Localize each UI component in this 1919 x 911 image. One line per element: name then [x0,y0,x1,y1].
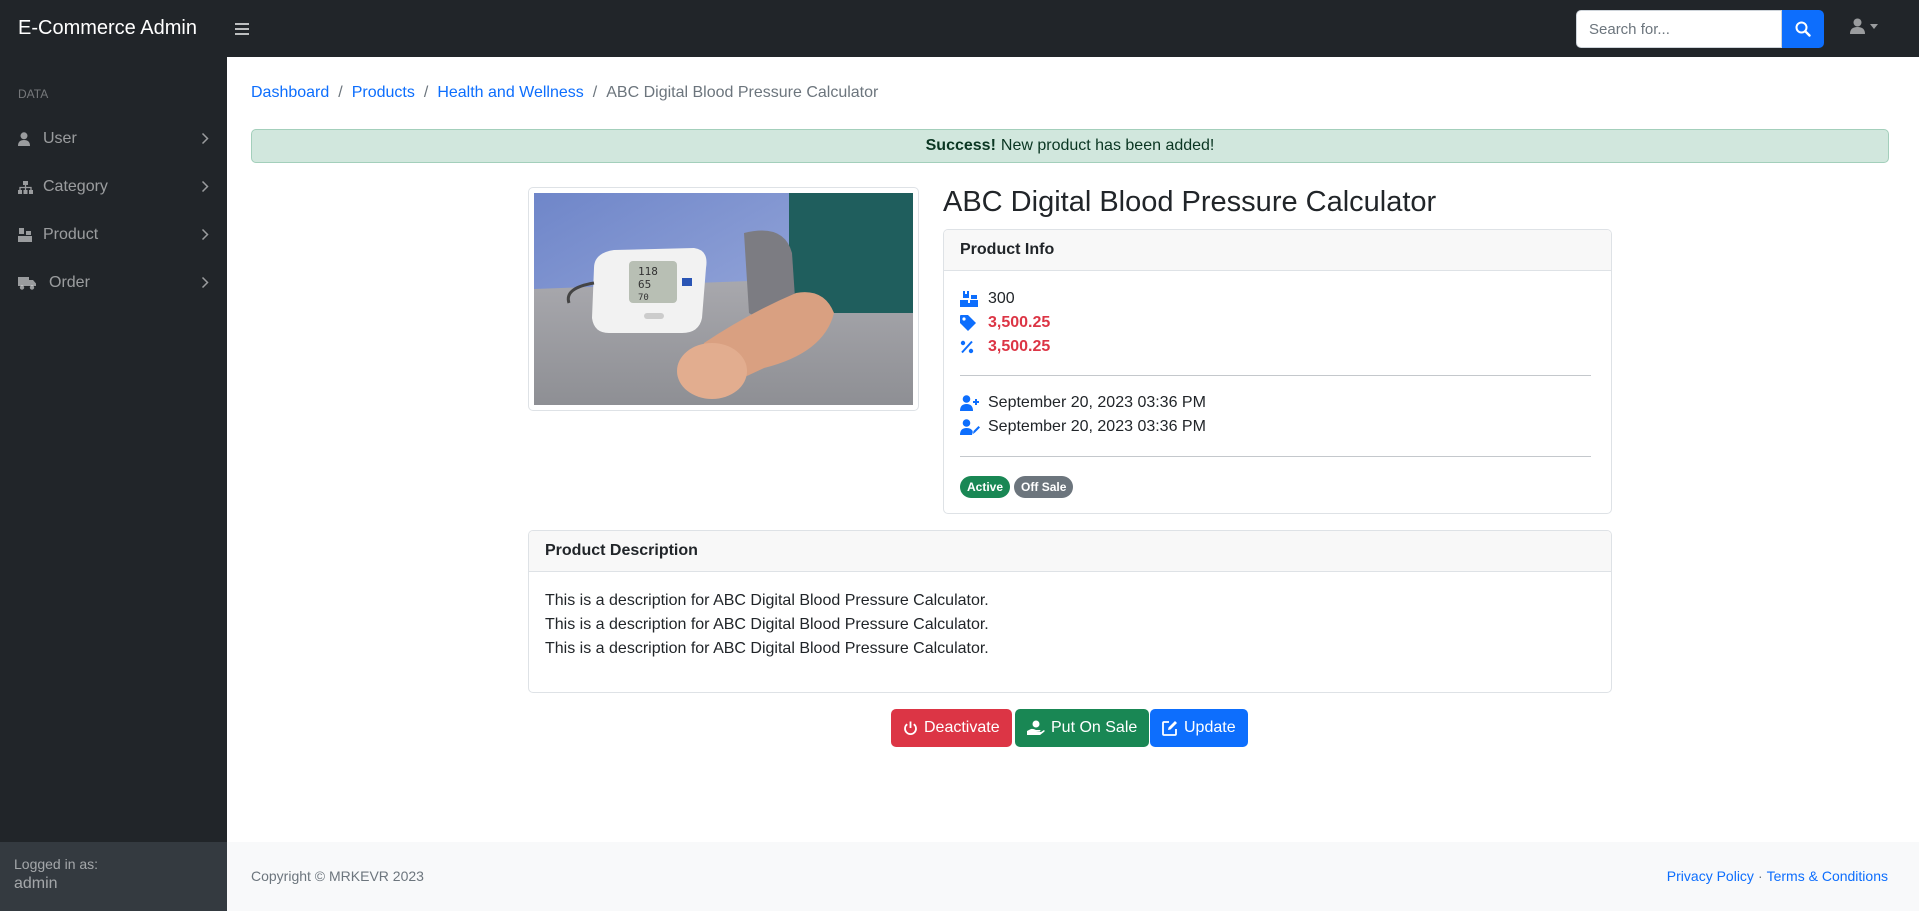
truck-icon [18,276,40,290]
sidebar: DATA User Category Product Order [0,57,227,911]
sidebar-heading: DATA [18,87,49,101]
boxes-icon [960,291,988,307]
price-value: 3,500.25 [988,314,1051,331]
user-icon [1850,18,1865,34]
product-info-card: Product Info 300 3,500.25 3,500.25 Septe… [943,229,1612,514]
sale-price-row: 3,500.25 [960,338,1050,356]
update-label: Update [1184,719,1236,736]
deactivate-label: Deactivate [924,719,1000,736]
user-edit-icon [960,419,988,435]
sidebar-item-label: User [43,130,77,147]
product-description-card: Product Description This is a descriptio… [528,530,1612,693]
description-line: This is a description for ABC Digital Bl… [545,640,989,657]
product-image-frame: 118 65 70 [528,187,919,411]
status-badge-active: Active [960,476,1011,498]
tag-icon [960,315,988,331]
created-row: September 20, 2023 03:36 PM [960,394,1206,412]
divider [960,456,1591,457]
breadcrumb-separator: / [592,84,598,101]
description-body: This is a description for ABC Digital Bl… [529,572,1611,678]
svg-text:70: 70 [638,293,649,303]
stock-row: 300 [960,290,1015,308]
breadcrumb-products-link[interactable]: Products [352,84,415,102]
copyright-text: Copyright © MRKEVR 2023 [251,868,424,884]
footer-links: Privacy Policy · Terms & Conditions [1667,868,1888,884]
sidebar-item-order[interactable]: Order [0,261,227,305]
put-on-sale-button[interactable]: Put On Sale [1015,709,1150,747]
footer-separator: · [1757,868,1763,884]
user-menu-dropdown[interactable] [1850,18,1878,34]
user-icon [18,132,36,146]
svg-text:65: 65 [638,278,651,291]
deactivate-button[interactable]: Deactivate [891,709,1012,747]
edit-icon [1162,721,1177,736]
updated-date: September 20, 2023 03:36 PM [988,418,1206,435]
chevron-right-icon [201,276,209,289]
product-image: 118 65 70 [534,193,913,405]
breadcrumb-current: ABC Digital Blood Pressure Calculator [606,84,879,101]
chevron-right-icon [201,180,209,193]
svg-text:118: 118 [638,265,658,278]
alert-message: New product has been added! [1000,137,1215,154]
breadcrumb-separator: / [423,84,429,101]
logged-in-label: Logged in as: [14,856,99,872]
sale-price-value: 3,500.25 [988,338,1051,355]
sitemap-icon [18,180,36,194]
breadcrumb-category-link[interactable]: Health and Wellness [437,84,583,102]
privacy-policy-link[interactable]: Privacy Policy [1667,868,1754,884]
description-line: This is a description for ABC Digital Bl… [545,616,989,633]
percent-icon [960,340,988,354]
divider [960,375,1591,376]
boxes-icon [18,228,36,242]
created-date: September 20, 2023 03:36 PM [988,394,1206,411]
sidebar-footer: Logged in as: admin [0,842,227,911]
status-badge-off-sale: Off Sale [1014,476,1074,498]
sidebar-item-label: Order [49,274,90,291]
brand-title[interactable]: E-Commerce Admin [0,17,222,40]
sidebar-item-label: Category [43,178,108,195]
breadcrumb-dashboard-link[interactable]: Dashboard [251,84,329,102]
page-footer: Copyright © MRKEVR 2023 Privacy Policy ·… [227,842,1919,911]
user-plus-icon [960,395,988,411]
chevron-right-icon [201,132,209,145]
caret-down-icon [1870,23,1878,29]
product-info-header: Product Info [944,230,1611,271]
terms-link[interactable]: Terms & Conditions [1767,868,1888,884]
price-row: 3,500.25 [960,314,1050,332]
breadcrumb-separator: / [338,84,343,101]
search-input[interactable] [1576,10,1782,48]
search-button[interactable] [1782,10,1824,48]
sidebar-item-label: Product [43,226,99,243]
sidebar-item-user[interactable]: User [0,117,227,161]
breadcrumb: Dashboard / Products / Health and Wellne… [251,84,878,102]
logged-in-username: admin [14,875,58,892]
product-description-header: Product Description [529,531,1611,572]
put-on-sale-label: Put On Sale [1051,719,1138,736]
description-line: This is a description for ABC Digital Bl… [545,592,989,609]
chevron-right-icon [201,228,209,241]
success-alert: Success! New product has been added! [251,129,1889,163]
sidebar-toggle-icon[interactable] [235,22,249,35]
stock-value: 300 [988,290,1015,307]
search-icon [1795,21,1811,37]
search-form [1576,10,1824,48]
product-title: ABC Digital Blood Pressure Calculator [943,186,1437,218]
status-badges: Active Off Sale [960,476,1074,498]
sidebar-item-category[interactable]: Category [0,165,227,209]
update-button[interactable]: Update [1150,709,1248,747]
updated-row: September 20, 2023 03:36 PM [960,418,1206,436]
top-navbar: E-Commerce Admin [0,0,1919,57]
alert-strong: Success! [925,137,996,154]
hand-holding-dollar-icon [1027,720,1045,735]
power-icon [904,721,917,735]
sidebar-item-product[interactable]: Product [0,213,227,257]
